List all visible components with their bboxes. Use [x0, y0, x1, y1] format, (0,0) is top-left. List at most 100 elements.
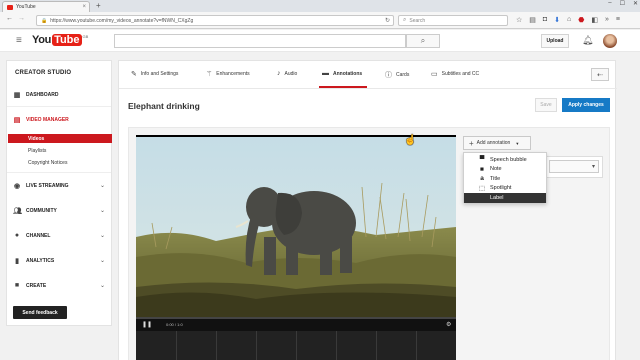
reading-list-icon[interactable]: ▤: [529, 16, 536, 24]
sidebar-item-label: COMMUNITY: [26, 208, 57, 214]
chevron-down-icon[interactable]: ⌄: [100, 207, 105, 214]
tab-label: Audio: [284, 70, 298, 77]
sidebar-item-community[interactable]: 👥︎ COMMUNITY: [13, 207, 57, 215]
youtube-header: ≡ You Tube GB ⌕ Upload 🔔︎: [0, 30, 640, 52]
sidebar-item-label: DASHBOARD: [26, 92, 59, 98]
sidebar-item-video-manager[interactable]: ▤ VIDEO MANAGER: [13, 116, 69, 124]
youtube-search-input[interactable]: [114, 34, 406, 48]
browser-tab-title: YouTube: [16, 4, 36, 10]
browser-search-bar[interactable]: ⌕ Search: [398, 15, 508, 26]
play-pause-icon[interactable]: ❚❚: [142, 321, 152, 328]
annotation-type-note[interactable]: ■ Note: [464, 165, 546, 175]
search-icon: ⌕: [420, 36, 426, 45]
sidebar-item-label: VIDEO MANAGER: [26, 117, 69, 123]
youtube-logo[interactable]: You Tube GB: [32, 34, 88, 46]
logo-you-text: You: [32, 34, 52, 46]
maximize-icon[interactable]: ☐: [620, 0, 625, 7]
search-icon: ⌕: [403, 17, 407, 23]
add-annotation-button[interactable]: + Add annotation ▼: [463, 136, 531, 150]
sidebar-subitem-videos[interactable]: Videos: [8, 134, 112, 143]
sidebar-item-live-streaming[interactable]: ◉ LIVE STREAMING: [13, 182, 69, 190]
back-button[interactable]: ⇠: [591, 68, 609, 81]
send-feedback-button[interactable]: Send feedback: [13, 306, 67, 319]
hamburger-menu-icon[interactable]: ≡: [616, 16, 620, 24]
tab-label: Annotations: [333, 70, 363, 77]
new-tab-icon[interactable]: +: [96, 1, 101, 10]
youtube-favicon-icon: [7, 4, 13, 10]
speech-bubble-icon: ▬: [322, 70, 329, 77]
hand-cursor-icon: ☝: [404, 135, 417, 146]
tab-info-and-settings[interactable]: ✎ Info and Settings: [131, 70, 178, 78]
close-tab-icon[interactable]: ×: [82, 4, 86, 10]
tab-label: Info and Settings: [140, 71, 179, 77]
tab-subtitles-and-cc[interactable]: ▭ Subtitles and CC: [431, 70, 479, 78]
tab-audio[interactable]: ♪ Audio: [277, 70, 297, 77]
sidebar-item-analytics[interactable]: ▮ ANALYTICS: [13, 257, 54, 265]
tab-annotations[interactable]: ▬ Annotations: [322, 70, 362, 77]
sidebar-subitem-playlists[interactable]: Playlists: [8, 146, 112, 155]
chevron-down-icon[interactable]: ⌄: [100, 182, 105, 189]
add-annotation-label: Add annotation: [476, 140, 511, 146]
forward-arrow-icon[interactable]: →: [18, 15, 25, 22]
video-player[interactable]: ❚❚ 0:00 / 1:0 ⚙: [136, 135, 456, 331]
browser-tab-bar: YouTube × + – ☐ ✕: [0, 0, 640, 12]
settings-gear-icon[interactable]: ⚙: [446, 321, 451, 328]
annotation-type-label[interactable]: Label: [464, 193, 546, 203]
chevron-down-icon[interactable]: ⌄: [100, 257, 105, 264]
browser-toolbar: ← → 🔒 https://www.youtube.com/my_videos_…: [0, 12, 640, 29]
plus-icon: +: [469, 138, 474, 148]
tab-cards[interactable]: ⓘ Cards: [385, 70, 409, 80]
sidebar-item-label: CREATE: [26, 282, 47, 289]
bookmark-star-icon[interactable]: ☆: [516, 16, 522, 24]
chevron-down-icon[interactable]: ⌄: [100, 232, 105, 239]
extension-icon[interactable]: ◧: [591, 16, 598, 24]
home-icon[interactable]: ⌂: [567, 16, 571, 24]
timeline-tick: [216, 331, 217, 360]
tab-label: Subtitles and CC: [441, 71, 480, 77]
sidebar-item-create[interactable]: ■ CREATE: [13, 282, 46, 289]
annotation-style-select[interactable]: ▾: [549, 160, 599, 173]
speech-bubble-icon: ▀: [479, 156, 485, 164]
editor-tabs: ✎ Info and Settings ⚚ Enhancements ♪ Aud…: [119, 61, 617, 89]
logo-tube-text: Tube: [52, 34, 82, 46]
download-icon[interactable]: ⬇: [554, 16, 560, 24]
overflow-icon[interactable]: »: [605, 16, 609, 24]
upload-button[interactable]: Upload: [541, 34, 569, 48]
sidebar-item-dashboard[interactable]: ▦ DASHBOARD: [13, 91, 59, 99]
creator-studio-sidebar: CREATOR STUDIO ▦ DASHBOARD ▤ VIDEO MANAG…: [6, 60, 112, 326]
reload-icon[interactable]: ↻: [385, 17, 390, 24]
chevron-down-icon[interactable]: ⌄: [100, 282, 105, 289]
pocket-icon[interactable]: ◘: [543, 16, 547, 24]
music-note-icon: ♪: [277, 70, 281, 77]
guide-menu-icon[interactable]: ≡: [16, 35, 22, 46]
annotation-type-speech-bubble[interactable]: ▀ Speech bubble: [464, 155, 546, 165]
video-controls: ❚❚ 0:00 / 1:0 ⚙: [136, 317, 456, 331]
analytics-icon: ▮: [15, 258, 19, 265]
note-icon: ■: [480, 165, 484, 173]
video-progress-bar[interactable]: [136, 317, 456, 319]
create-icon: ■: [14, 282, 20, 289]
sidebar-item-channel[interactable]: ● CHANNEL: [13, 232, 51, 239]
youtube-search-button[interactable]: ⌕: [406, 34, 440, 48]
annotation-type-label: Spotlight: [490, 185, 512, 192]
annotation-type-label: Note: [490, 166, 502, 173]
timeline-tick: [416, 331, 417, 360]
annotation-type-spotlight[interactable]: ⬚ Spotlight: [464, 184, 546, 194]
annotation-timeline[interactable]: [136, 331, 456, 360]
back-arrow-icon[interactable]: ←: [6, 15, 13, 22]
sidebar-subitem-copyright-notices[interactable]: Copyright Notices: [8, 158, 112, 167]
avatar[interactable]: [603, 34, 617, 48]
tab-enhancements[interactable]: ⚚ Enhancements: [206, 70, 250, 78]
url-bar[interactable]: 🔒 https://www.youtube.com/my_videos_anno…: [36, 15, 394, 26]
notifications-bell-icon[interactable]: 🔔︎: [582, 35, 593, 46]
minimize-icon[interactable]: –: [608, 0, 611, 7]
annotation-type-title[interactable]: a Title: [464, 174, 546, 184]
save-button[interactable]: Save: [535, 98, 557, 112]
adblock-icon[interactable]: ⬣: [578, 16, 584, 24]
video-manager-icon: ▤: [13, 117, 21, 124]
video-time: 0:00 / 1:0: [166, 322, 183, 327]
close-window-icon[interactable]: ✕: [633, 0, 638, 7]
browser-search-placeholder: Search: [409, 17, 426, 24]
apply-changes-button[interactable]: Apply changes: [562, 98, 610, 112]
browser-tab[interactable]: YouTube ×: [2, 1, 90, 12]
